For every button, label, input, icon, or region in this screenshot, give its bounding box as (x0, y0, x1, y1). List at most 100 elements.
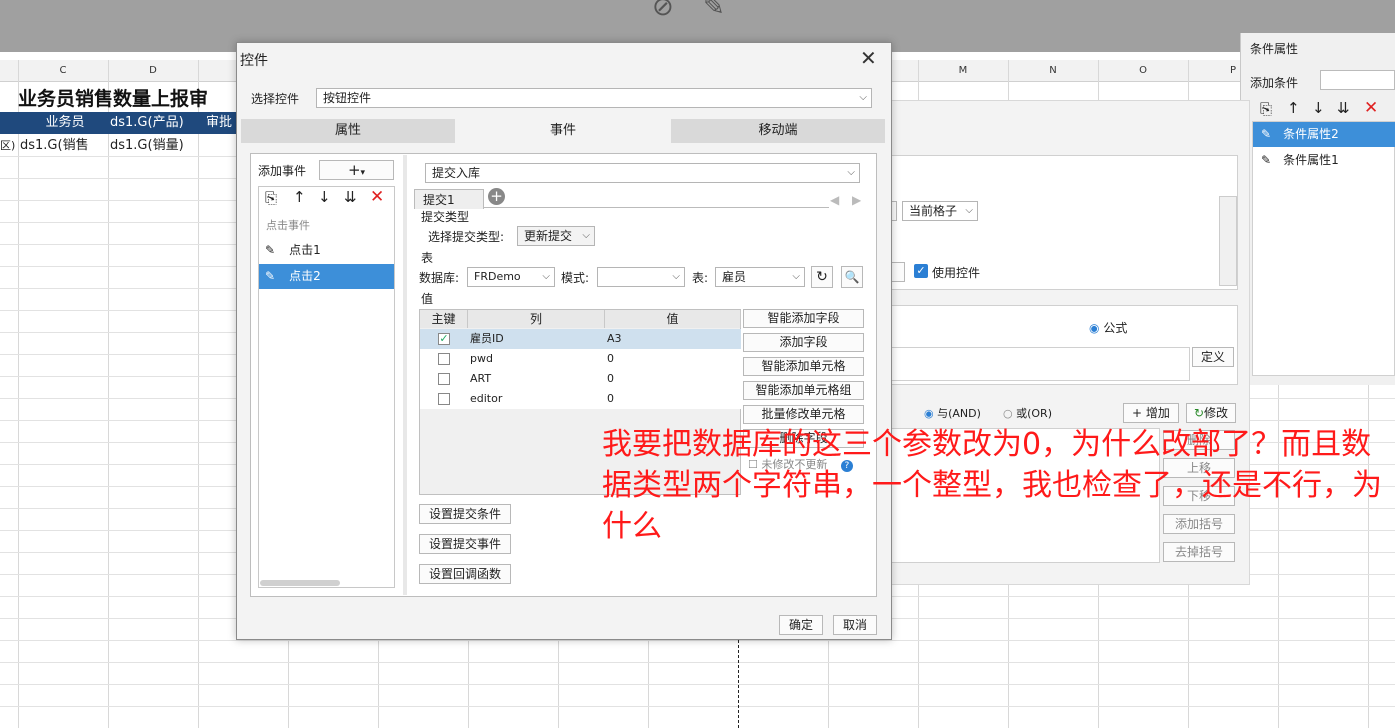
header-cell-product[interactable]: ds1.G(产品) (110, 112, 198, 134)
header-cell-salesperson[interactable]: 业务员 (22, 112, 108, 134)
grid-line (18, 60, 19, 728)
set-callback-button[interactable]: 设置回调函数 (419, 564, 511, 584)
use-control-checkbox[interactable]: ✓ (914, 264, 928, 278)
arrow-down-icon[interactable]: ↓ (1312, 99, 1325, 117)
prev-tab-icon[interactable]: ◀ (830, 193, 839, 207)
report-title-cell[interactable]: 业务员销售数量上报审 (18, 84, 208, 111)
row-column: 雇员ID (470, 332, 504, 345)
tab-properties[interactable]: 属性 (241, 119, 455, 143)
table-section: 表 (421, 251, 434, 265)
formula-input[interactable] (890, 347, 1190, 381)
add-field-button[interactable]: 添加字段 (743, 333, 864, 352)
add-condition-select[interactable] (1320, 70, 1395, 90)
refresh-icon[interactable]: ↻ (811, 266, 833, 288)
cancel-button[interactable]: 取消 (833, 615, 877, 635)
row-value: 0 (607, 372, 614, 385)
preview-icon[interactable]: 🔍 (841, 266, 863, 288)
table-dropdown[interactable]: 雇员 ⌵ (715, 267, 805, 287)
select-control-label: 选择控件 (251, 92, 300, 106)
set-submit-event-button[interactable]: 设置提交事件 (419, 534, 511, 554)
scrollbar[interactable] (1219, 196, 1237, 286)
schema-dropdown[interactable]: ⌵ (597, 267, 685, 287)
tab-mobile[interactable]: 移动端 (671, 119, 885, 143)
eye-slash-icon[interactable]: ⊘ (652, 0, 674, 22)
arrow-down-icon[interactable]: ↓ (318, 188, 331, 206)
formula-radio[interactable]: ◉ 公式 (1089, 319, 1127, 336)
delete-icon[interactable]: ✕ (370, 187, 384, 207)
smart-add-cell-button[interactable]: 智能添加单元格 (743, 357, 864, 376)
schema-label: 模式: (561, 271, 590, 285)
tab-events[interactable]: 事件 (456, 119, 670, 143)
delete-icon[interactable]: ✕ (1364, 98, 1378, 118)
data-cell-sales[interactable]: ds1.G(销售 (20, 135, 108, 157)
action-type-value: 提交入库 (432, 166, 481, 180)
column-header-c[interactable]: C (18, 60, 108, 82)
table-label: 表: (692, 271, 709, 285)
define-button[interactable]: 定义 (1192, 347, 1234, 367)
row-value: 0 (607, 352, 614, 365)
col-header-key[interactable]: 主键 (420, 310, 468, 328)
modify-button-label: 修改 (1204, 406, 1229, 420)
grid-line (0, 662, 1395, 663)
smart-add-cell-group-button[interactable]: 智能添加单元格组 (743, 381, 864, 400)
add-tab-icon[interactable]: + (488, 188, 505, 205)
copy-icon[interactable]: ⎘ (1260, 100, 1272, 118)
and-radio[interactable]: ◉ 与(AND) (924, 405, 981, 421)
key-checkbox[interactable] (438, 393, 450, 405)
submit-type-dropdown[interactable]: 更新提交 ⌵ (517, 226, 595, 246)
table-row[interactable]: editor 0 (420, 389, 741, 409)
data-cell-region[interactable]: 区) (0, 135, 18, 157)
arrow-up-icon[interactable]: ↑ (1287, 99, 1300, 117)
table-row[interactable]: ART 0 (420, 369, 741, 389)
grid-line (0, 684, 1395, 685)
row-column: pwd (470, 352, 493, 365)
row-column: ART (470, 372, 492, 385)
row-value: A3 (607, 332, 622, 345)
set-submit-condition-button[interactable]: 设置提交条件 (419, 504, 511, 524)
splitter[interactable] (403, 155, 407, 595)
condition-item-1[interactable]: ✎ 条件属性1 (1253, 148, 1395, 173)
column-header-m[interactable]: M (918, 60, 1008, 82)
key-checkbox[interactable] (438, 353, 450, 365)
smart-add-field-button[interactable]: 智能添加字段 (743, 309, 864, 328)
add-button[interactable]: + 增加 (1123, 403, 1179, 423)
action-type-dropdown[interactable]: 提交入库 ⌵ (425, 163, 860, 183)
event-item-click2[interactable]: ✎ 点击2 (259, 264, 394, 289)
arrow-up-icon[interactable]: ↑ (293, 188, 306, 206)
move-bottom-icon[interactable]: ⇊ (344, 188, 357, 206)
condition-item-2[interactable]: ✎ 条件属性2 (1253, 122, 1395, 147)
column-header-o[interactable]: O (1098, 60, 1188, 82)
data-cell-volume[interactable]: ds1.G(销量) (110, 135, 198, 157)
header-cell-approval[interactable]: 审批 (206, 112, 236, 134)
event-item-click1[interactable]: ✎ 点击1 (259, 238, 394, 263)
key-checkbox[interactable] (438, 373, 450, 385)
col-header-value[interactable]: 值 (605, 310, 741, 328)
column-header-d[interactable]: D (108, 60, 198, 82)
close-icon[interactable]: ✕ (860, 46, 877, 70)
current-cell-value: 当前格子 (909, 204, 958, 218)
submit-type-value: 更新提交 (524, 229, 573, 243)
select-control-dropdown[interactable]: 按钮控件 ⌵ (316, 88, 872, 108)
current-cell-select[interactable]: 当前格子 ⌵ (902, 201, 978, 221)
key-checkbox[interactable]: ✓ (438, 333, 450, 345)
event-item-label: 点击2 (289, 269, 321, 283)
column-header-n[interactable]: N (1008, 60, 1098, 82)
add-button-label: 增加 (1145, 406, 1170, 420)
ok-button[interactable]: 确定 (779, 615, 823, 635)
table-row[interactable]: ✓ 雇员ID A3 (420, 329, 741, 349)
formula-label: 公式 (1103, 321, 1128, 335)
next-tab-icon[interactable]: ▶ (852, 193, 861, 207)
or-radio[interactable]: ○ 或(OR) (1003, 405, 1052, 421)
tab-underline (484, 207, 829, 208)
copy-icon[interactable]: ⎘ (265, 189, 277, 207)
batch-edit-cell-button[interactable]: 批量修改单元格 (743, 405, 864, 424)
add-event-button[interactable]: +▾ (319, 160, 394, 180)
database-dropdown[interactable]: FRDemo ⌵ (467, 267, 555, 287)
pencil-icon[interactable]: ✎ (703, 0, 725, 22)
horizontal-scrollbar[interactable] (260, 580, 340, 586)
move-bottom-icon[interactable]: ⇊ (1337, 99, 1350, 117)
modify-button[interactable]: ↻修改 (1186, 403, 1236, 423)
submit-tab-1[interactable]: 提交1 (414, 189, 484, 209)
col-header-column[interactable]: 列 (468, 310, 605, 328)
table-row[interactable]: pwd 0 (420, 349, 741, 369)
